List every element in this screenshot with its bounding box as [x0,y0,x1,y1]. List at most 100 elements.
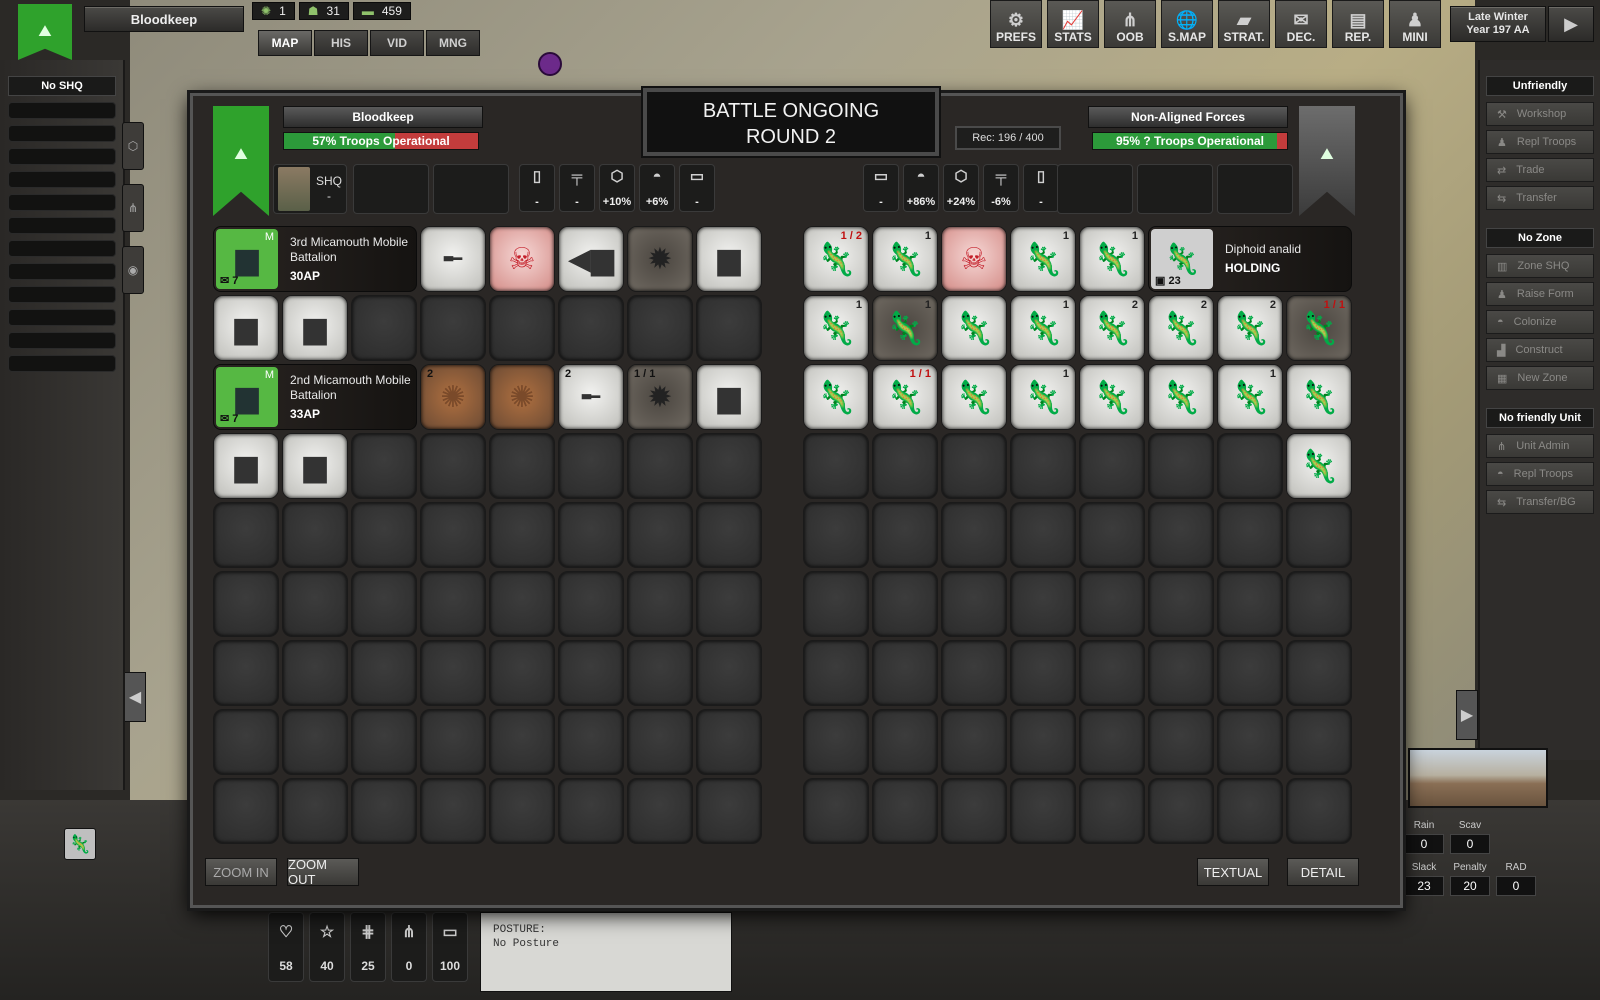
empty-cell[interactable] [696,502,762,568]
empty-cell[interactable] [627,571,693,637]
empty-cell[interactable] [1217,640,1283,706]
empty-cell[interactable] [803,433,869,499]
support-slot[interactable] [353,164,429,214]
unit-cell[interactable]: ╾ [420,226,486,292]
empty-cell[interactable] [1079,778,1145,844]
empty-cell[interactable] [213,709,279,775]
empty-cell[interactable] [1286,709,1352,775]
empty-cell[interactable] [1286,571,1352,637]
map-scroll-right-button[interactable]: ▶ [1456,690,1478,740]
detail-button[interactable]: DETAIL [1287,858,1359,886]
unit-cell[interactable]: 🦎 1 [1010,364,1076,430]
empty-cell[interactable] [803,640,869,706]
unit-cell[interactable]: ✺ [489,364,555,430]
unit-cell[interactable]: 🦎 1 [1010,226,1076,292]
unit-cell[interactable]: 🦎 1 [872,226,938,292]
empty-cell[interactable] [872,502,938,568]
shq-slot[interactable] [8,148,116,165]
empty-cell[interactable] [696,709,762,775]
dec-button[interactable]: ✉ DEC. [1275,0,1327,48]
unit-cell[interactable]: ✹ [627,226,693,292]
empty-cell[interactable] [1010,640,1076,706]
unit-cell[interactable]: ☠ [489,226,555,292]
empty-cell[interactable] [803,571,869,637]
empty-cell[interactable] [696,571,762,637]
empty-cell[interactable] [1217,433,1283,499]
empty-cell[interactable] [696,778,762,844]
unit-cell[interactable]: 🦎 1 / 1 [872,364,938,430]
empty-cell[interactable] [1286,640,1352,706]
unit-cell[interactable]: 🦎 1 / 1 [1286,295,1352,361]
prefs-button[interactable]: ⚙ PREFS [990,0,1042,48]
zone-shq-button[interactable]: ▥ Zone SHQ [1486,254,1594,278]
unit-cell[interactable]: ▆ [213,295,279,361]
empty-cell[interactable] [1217,502,1283,568]
shq-slot[interactable] [8,102,116,119]
empty-cell[interactable] [1148,778,1214,844]
enemy-support-slot[interactable] [1137,164,1213,214]
shq-slot[interactable] [8,309,116,326]
unit-cell[interactable]: ✹ 1 / 1 [627,364,693,430]
unit-cell[interactable]: 🦎 1 [1217,364,1283,430]
support-slot[interactable] [433,164,509,214]
empty-cell[interactable] [1079,640,1145,706]
empty-cell[interactable] [213,571,279,637]
empty-cell[interactable] [941,640,1007,706]
unit-cell[interactable]: 🦎 2 [1079,295,1145,361]
unit-cell[interactable]: 🦎 2 [1217,295,1283,361]
empty-cell[interactable] [1010,502,1076,568]
empty-cell[interactable] [1148,433,1214,499]
filter-button[interactable]: ⬡ [122,122,144,170]
shq-slot[interactable] [8,194,116,211]
empty-cell[interactable] [213,502,279,568]
empty-cell[interactable] [627,778,693,844]
empty-cell[interactable] [1079,433,1145,499]
unit-repl-troops-button[interactable]: ◓ Repl Troops [1486,462,1594,486]
unit-cell[interactable]: 🦎 [1079,364,1145,430]
empty-cell[interactable] [489,502,555,568]
unit-cell[interactable]: ◀▆ [558,226,624,292]
empty-cell[interactable] [696,640,762,706]
unit-cell[interactable]: 🦎 [941,295,1007,361]
empty-cell[interactable] [558,640,624,706]
tab-map[interactable]: MAP [258,30,312,56]
empty-cell[interactable] [1148,571,1214,637]
empty-cell[interactable] [627,640,693,706]
empty-cell[interactable] [1217,778,1283,844]
empty-cell[interactable] [1010,571,1076,637]
empty-cell[interactable] [489,433,555,499]
empty-cell[interactable] [803,778,869,844]
empty-cell[interactable] [420,640,486,706]
empty-cell[interactable] [627,295,693,361]
faction-banner[interactable]: ⛰ [18,4,72,60]
shq-slot[interactable] [8,286,116,303]
empty-cell[interactable] [351,571,417,637]
empty-cell[interactable] [489,571,555,637]
mini-button[interactable]: ♟ MINI [1389,0,1441,48]
smap-button[interactable]: 🌐 S.MAP [1161,0,1213,48]
empty-cell[interactable] [420,571,486,637]
enemy-support-slot[interactable] [1057,164,1133,214]
oob-button[interactable]: ⋔ OOB [1104,0,1156,48]
empty-cell[interactable] [1079,571,1145,637]
shq-slot[interactable] [8,355,116,372]
shq-slot[interactable] [8,263,116,280]
empty-cell[interactable] [1148,709,1214,775]
shq-slot[interactable] [8,217,116,234]
unit-cell[interactable]: 🦎 [1286,433,1352,499]
unit-cell[interactable]: 🦎 [941,364,1007,430]
end-turn-button[interactable]: ▶ [1548,6,1594,42]
unit-cell[interactable]: ▆ [282,433,348,499]
construct-button[interactable]: ▟ Construct [1486,338,1594,362]
stats-button[interactable]: 📈 STATS [1047,0,1099,48]
colonize-button[interactable]: ◓ Colonize [1486,310,1594,334]
empty-cell[interactable] [420,433,486,499]
empty-cell[interactable] [1010,709,1076,775]
empty-cell[interactable] [1148,640,1214,706]
empty-cell[interactable] [420,502,486,568]
empty-cell[interactable] [351,502,417,568]
empty-cell[interactable] [351,295,417,361]
zoom-out-button[interactable]: ZOOM OUT [287,857,359,887]
unit-cell[interactable]: 🦎 1 [872,295,938,361]
empty-cell[interactable] [1286,778,1352,844]
